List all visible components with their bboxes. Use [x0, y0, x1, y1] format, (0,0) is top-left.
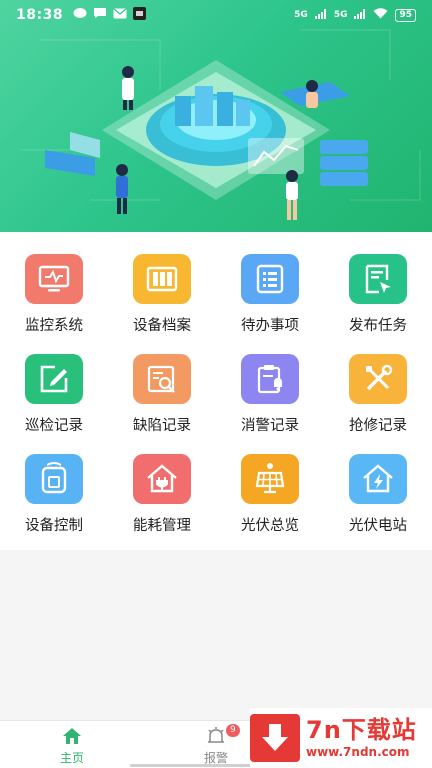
- watermark-url: www.7ndn.com: [306, 745, 410, 759]
- hero-banner: [0, 0, 432, 232]
- module-defect-record[interactable]: 缺陷记录: [108, 354, 216, 454]
- module-label: 光伏电站: [349, 518, 407, 534]
- watermark: 7n下载站 www.7ndn.com: [250, 708, 432, 768]
- module-energy-management[interactable]: 能耗管理: [108, 454, 216, 554]
- module-label: 监控系统: [25, 318, 83, 334]
- module-inspection-record[interactable]: 巡检记录: [0, 354, 108, 454]
- tab-home[interactable]: 主页: [0, 721, 144, 768]
- download-arrow-icon: [250, 714, 300, 762]
- app-icon: [133, 6, 147, 24]
- status-time: 18:38: [16, 7, 64, 23]
- device-control-icon: [25, 454, 83, 504]
- module-pv-station[interactable]: 光伏电站: [324, 454, 432, 554]
- power-station-icon: [349, 454, 407, 504]
- tab-label: 主页: [59, 751, 84, 765]
- module-monitoring-system[interactable]: 监控系统: [0, 254, 108, 354]
- module-label: 消警记录: [241, 418, 299, 434]
- monitor-icon: [25, 254, 83, 304]
- archive-icon: [133, 254, 191, 304]
- module-label: 待办事项: [241, 318, 299, 334]
- publish-task-icon: [349, 254, 407, 304]
- alarm-clipboard-icon: [241, 354, 299, 404]
- inspection-edit-icon: [25, 354, 83, 404]
- message-icon: [93, 7, 107, 23]
- alarm-count-badge: 9: [226, 724, 240, 737]
- module-repair-record[interactable]: 抢修记录: [324, 354, 432, 454]
- module-label: 能耗管理: [133, 518, 191, 534]
- module-label: 光伏总览: [241, 518, 299, 534]
- home-icon: [63, 728, 81, 744]
- module-publish-task[interactable]: 发布任务: [324, 254, 432, 354]
- energy-house-icon: [133, 454, 191, 504]
- chat-icon: [73, 7, 87, 23]
- todo-list-icon: [241, 254, 299, 304]
- module-label: 缺陷记录: [133, 418, 191, 434]
- module-label: 设备档案: [133, 318, 191, 334]
- banner-illustration: [20, 29, 421, 220]
- module-device-archive[interactable]: 设备档案: [108, 254, 216, 354]
- solar-panel-icon: [241, 454, 299, 504]
- module-todo[interactable]: 待办事项: [216, 254, 324, 354]
- signal-icon-2: [354, 8, 366, 22]
- module-label: 设备控制: [25, 518, 83, 534]
- network-label-2: 5G: [333, 10, 348, 20]
- wifi-icon: [373, 8, 388, 22]
- signal-icon: [314, 8, 327, 22]
- status-bar: 18:38 5G 5G 95: [0, 0, 432, 30]
- module-grid: 监控系统 设备档案 待办事项 发布任务 巡检记录 缺陷记录 消警记录 抢修记录 …: [0, 232, 432, 554]
- module-device-control[interactable]: 设备控制: [0, 454, 108, 554]
- repair-tools-icon: [349, 354, 407, 404]
- battery-icon: 95: [395, 8, 416, 22]
- network-label: 5G: [294, 10, 308, 20]
- defect-search-icon: [133, 354, 191, 404]
- module-alarm-clear-record[interactable]: 消警记录: [216, 354, 324, 454]
- module-pv-overview[interactable]: 光伏总览: [216, 454, 324, 554]
- alarm-bell-icon: [208, 727, 224, 743]
- module-label: 抢修记录: [349, 418, 407, 434]
- watermark-title: 7n下载站: [306, 716, 417, 744]
- module-label: 巡检记录: [25, 418, 83, 434]
- module-grid-card: 监控系统 设备档案 待办事项 发布任务 巡检记录 缺陷记录 消警记录 抢修记录 …: [0, 232, 432, 550]
- mail-icon: [113, 7, 127, 23]
- module-label: 发布任务: [349, 318, 407, 334]
